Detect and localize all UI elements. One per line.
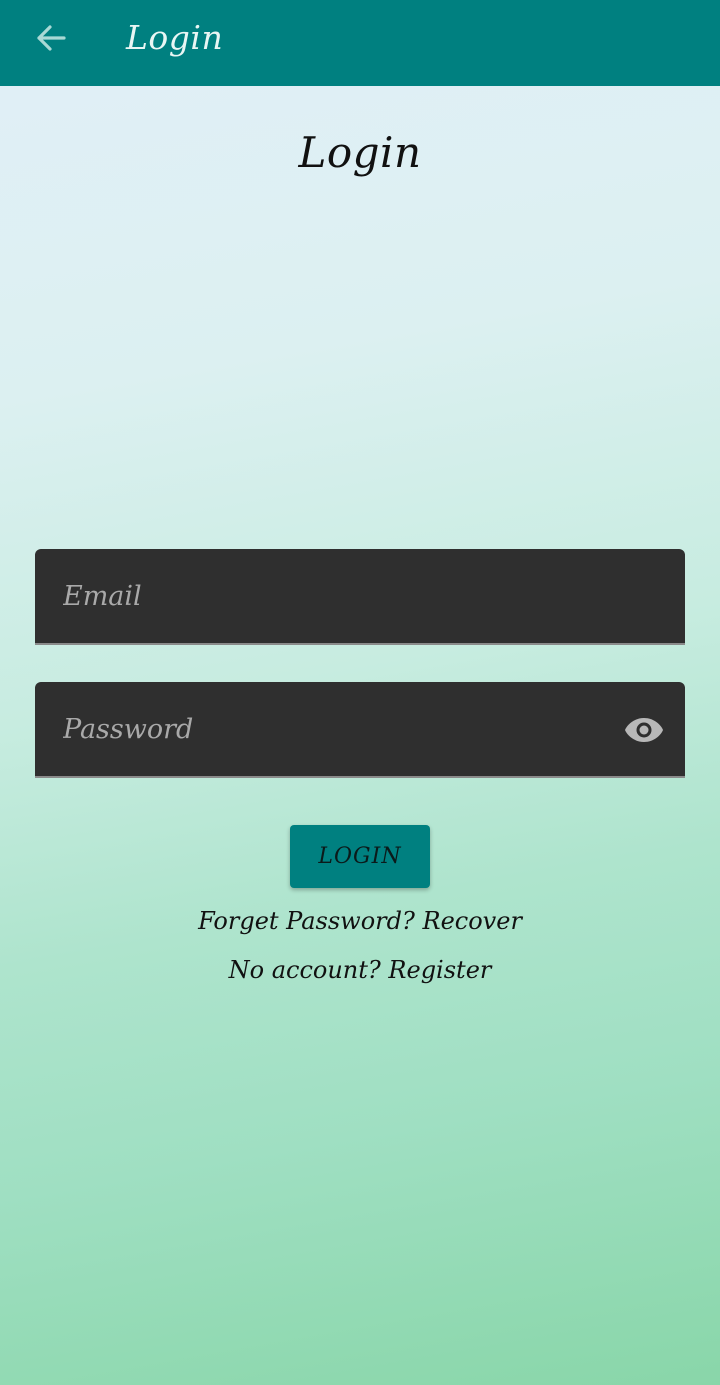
eye-icon: [625, 718, 663, 742]
arrow-left-icon: [37, 25, 66, 51]
back-button[interactable]: [22, 14, 78, 62]
recover-link[interactable]: Recover: [423, 907, 522, 935]
login-button[interactable]: LOGIN: [290, 825, 430, 888]
no-account-prompt: No account?: [228, 956, 381, 984]
forgot-password-row: Forget Password? Recover: [0, 904, 720, 938]
page-title: Login: [298, 128, 422, 177]
password-input[interactable]: [63, 682, 623, 776]
forgot-password-prompt: Forget Password?: [198, 907, 415, 935]
register-link[interactable]: Register: [388, 956, 491, 984]
show-password-toggle[interactable]: [623, 710, 665, 750]
app-bar: Login: [0, 0, 720, 86]
email-input[interactable]: [63, 549, 623, 643]
app-bar-title: Login: [126, 18, 224, 57]
email-field: [35, 549, 685, 645]
password-field: [35, 682, 685, 778]
register-row: No account? Register: [0, 953, 720, 987]
login-screen: Login LOGIN Forget Password? Recover No …: [0, 86, 720, 1385]
